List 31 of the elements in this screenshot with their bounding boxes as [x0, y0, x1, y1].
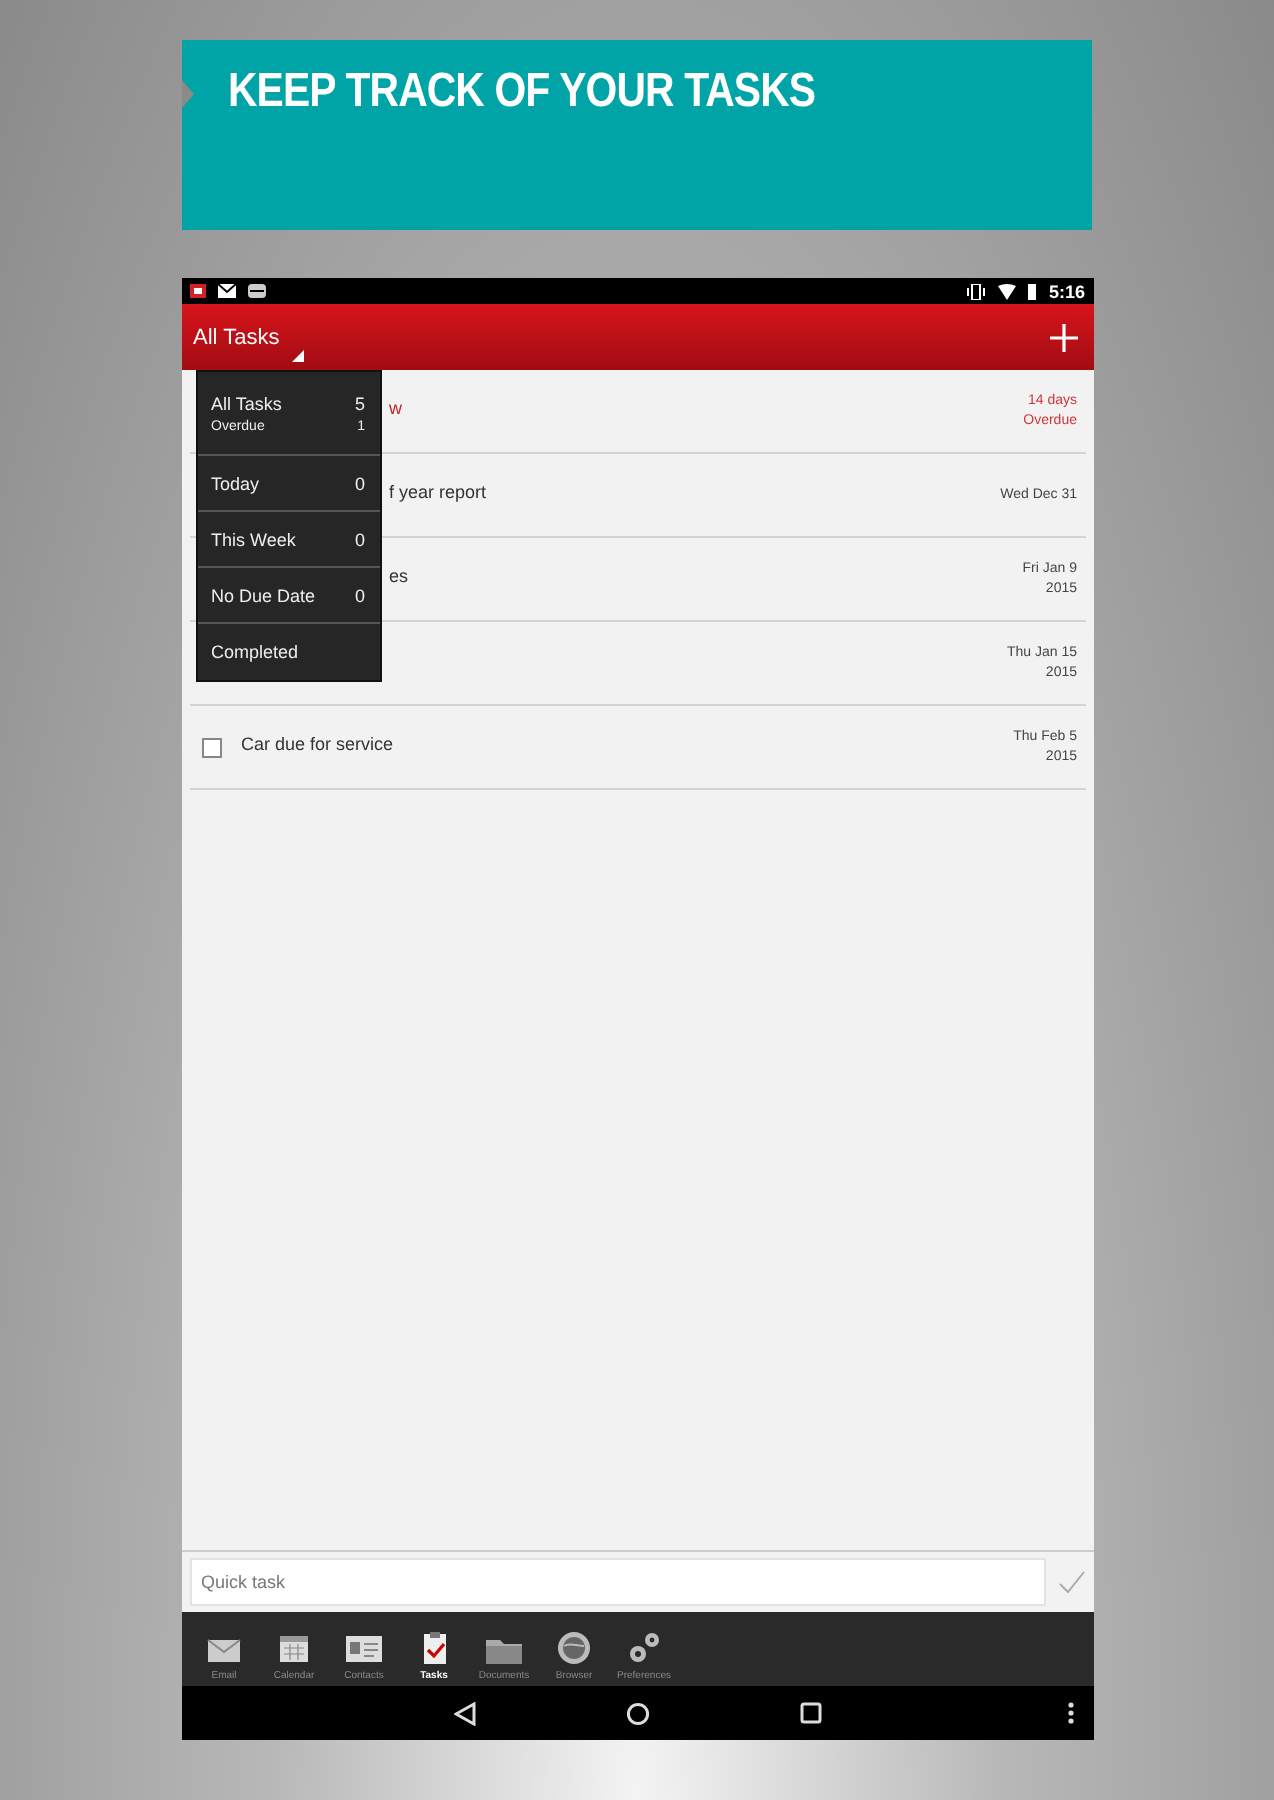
recents-button[interactable]: [799, 1702, 821, 1724]
app-notification-icon: [189, 284, 205, 298]
filter-menu-item[interactable]: This Week 0: [197, 512, 379, 568]
banner-title: KEEP TRACK OF YOUR TASKS: [228, 64, 818, 120]
globe-icon: [554, 1630, 594, 1666]
task-title: Car due for service: [241, 733, 394, 753]
gears-icon: [624, 1630, 664, 1666]
contact-card-icon: [344, 1630, 384, 1666]
checkbox[interactable]: [201, 737, 221, 757]
vibrate-icon: [966, 283, 987, 299]
list-selector[interactable]: All Tasks: [193, 313, 308, 361]
home-button[interactable]: [625, 1701, 649, 1725]
filter-menu-item[interactable]: Today 0: [197, 456, 379, 512]
task-title: w: [389, 397, 402, 417]
task-title: es: [389, 565, 409, 585]
checkmark-icon[interactable]: [1057, 1570, 1085, 1594]
filter-menu-item[interactable]: No Due Date 0: [197, 568, 379, 624]
caret-icon: [291, 349, 304, 361]
wifi-icon: [998, 283, 1017, 299]
filter-menu-item[interactable]: Completed: [197, 624, 379, 680]
battery-icon: [1028, 283, 1037, 299]
notification-icon: [247, 284, 265, 298]
clock: 5:16: [1048, 281, 1085, 301]
notch-icon: [182, 80, 194, 108]
calendar-icon: [274, 1630, 314, 1666]
task-title: f year report: [389, 481, 487, 501]
envelope-icon: [217, 284, 235, 298]
more-button[interactable]: [1067, 1702, 1073, 1724]
quick-task-field[interactable]: Quick task: [189, 1558, 1045, 1606]
back-button[interactable]: [453, 1701, 475, 1725]
add-icon[interactable]: [1049, 323, 1077, 351]
